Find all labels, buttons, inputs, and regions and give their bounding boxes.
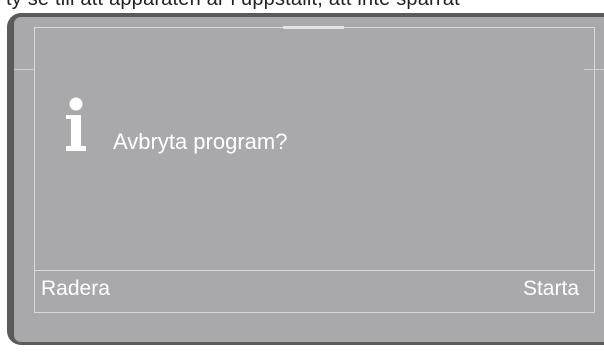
screen-side-tick-left (14, 69, 34, 70)
info-icon (66, 97, 86, 151)
stage: ty se till att apparaten är i uppställt,… (0, 0, 604, 352)
cropped-caption-text: ty se till att apparaten är i uppställt,… (6, 0, 598, 10)
dialog-message: Avbryta program? (113, 129, 288, 154)
softkey-radera-button[interactable]: Radera (41, 275, 110, 303)
screen-side-tick-right (584, 69, 604, 70)
screen-top-indicator (283, 26, 344, 29)
softkey-starta-button[interactable]: Starta (523, 275, 579, 303)
softkey-divider (35, 270, 594, 271)
